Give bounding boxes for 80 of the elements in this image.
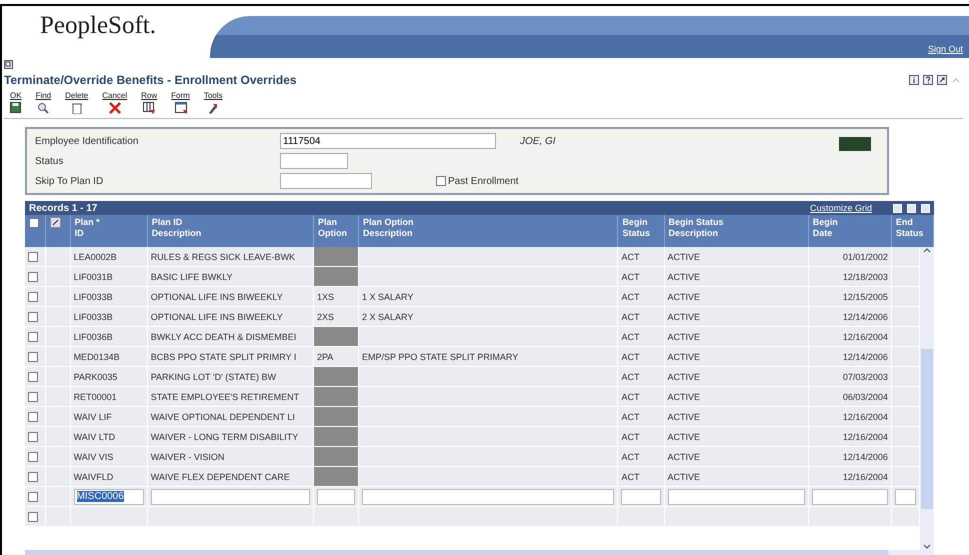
window-icon xyxy=(174,102,186,114)
grid-rows-icon xyxy=(143,102,156,114)
grid-row[interactable]: LEA0002B RULES & REGS SICK LEAVE-BWK ACT ACTIVE 01/01/2002 xyxy=(25,247,920,266)
save-icon xyxy=(10,102,22,113)
column-header[interactable]: Begin Status Description xyxy=(664,215,808,247)
vertical-scrollbar[interactable] xyxy=(920,247,934,550)
toolbar-button[interactable]: OK xyxy=(10,91,22,114)
toolbar-button[interactable]: Tools xyxy=(204,91,223,114)
field-label: Skip To Plan ID xyxy=(35,176,104,186)
select-all-checkbox[interactable] xyxy=(29,218,39,228)
field-label: Status xyxy=(35,156,64,166)
skip-to-plan-field[interactable] xyxy=(280,173,372,189)
row-checkbox[interactable] xyxy=(28,372,38,382)
grid-row[interactable]: WAIV VIS WAIVER - VISION ACT ACTIVE 12/14/2006 xyxy=(25,446,920,466)
row-checkbox[interactable] xyxy=(28,392,38,402)
cell-input[interactable] xyxy=(362,488,614,504)
row-checkbox[interactable] xyxy=(28,452,38,462)
form-title: Terminate/Override Benefits - Enrollment Overrides xyxy=(4,73,297,87)
past-enrollment-checkbox[interactable]: Past Enrollment xyxy=(436,176,519,186)
employee-name: JOE, GI xyxy=(520,136,556,146)
toolbar-button[interactable]: Delete xyxy=(65,91,88,114)
cell-input[interactable] xyxy=(812,488,888,504)
logo: PeopleSoft. xyxy=(39,11,157,40)
column-header[interactable]: End Status xyxy=(891,215,934,247)
cell-input[interactable] xyxy=(621,488,660,504)
employee-id-field[interactable]: 1117504 xyxy=(280,133,496,149)
cell-input[interactable] xyxy=(668,488,805,504)
column-header[interactable]: Begin Status xyxy=(618,215,664,247)
grid-row[interactable]: WAIV LTD WAIVER - LONG TERM DISABILITY ACT ACTIVE 12/16/2004 xyxy=(25,426,920,446)
grid-row[interactable]: MED0134B BCBS PPO STATE SPLIT PRIMRY I 2PA EMP/SP PPO STATE SPLIT PRIMARY ACT ACTIVE 12/14/2006 xyxy=(25,346,920,366)
grid-row[interactable]: WAIV LIF WAIVE OPTIONAL DEPENDENT LI ACT ACTIVE 12/16/2004 xyxy=(25,406,920,426)
cell-input[interactable] xyxy=(894,488,916,504)
grid-row[interactable]: MISC0006 xyxy=(25,486,920,506)
sign-out-link[interactable]: Sign Out xyxy=(928,44,963,54)
toolbar-button[interactable]: Find xyxy=(36,91,52,114)
row-checkbox[interactable] xyxy=(28,472,38,482)
export-icon[interactable] xyxy=(937,75,947,85)
row-checkbox[interactable] xyxy=(28,432,38,442)
column-header[interactable]: Plan ID Description xyxy=(147,215,314,247)
toolbar-button[interactable]: Row xyxy=(141,91,158,114)
grid-row[interactable]: LIF0033B OPTIONAL LIFE INS BIWEEKLY 2XS 2 X SALARY ACT ACTIVE 12/14/2006 xyxy=(25,306,920,326)
cell-input[interactable] xyxy=(150,488,310,504)
row-checkbox[interactable] xyxy=(28,332,38,342)
row-checkbox[interactable] xyxy=(28,492,38,502)
toolbar-button[interactable]: Cancel xyxy=(102,91,128,114)
row-checkbox[interactable] xyxy=(28,512,38,522)
cell-input[interactable] xyxy=(316,488,356,504)
customize-grid-link[interactable]: Customize Grid xyxy=(810,203,872,213)
info-icon[interactable] xyxy=(909,75,919,85)
row-checkbox[interactable] xyxy=(28,272,38,282)
scroll-up-icon[interactable] xyxy=(923,247,931,253)
close-icon xyxy=(108,102,121,114)
status-indicator xyxy=(839,137,871,151)
scroll-down-icon[interactable] xyxy=(923,544,931,550)
row-checkbox[interactable] xyxy=(28,252,38,262)
attachment-icon[interactable] xyxy=(50,217,61,228)
help-icon[interactable] xyxy=(923,75,933,85)
search-icon xyxy=(37,102,50,114)
grid-row[interactable]: LIF0036B BWKLY ACC DEATH & DISMEMBEI ACT ACTIVE 12/16/2004 xyxy=(25,326,920,346)
row-checkbox[interactable] xyxy=(28,412,38,422)
grid-row[interactable]: WAIVFLD WAIVE FLEX DEPENDENT CARE ACT ACTIVE 12/16/2004 xyxy=(25,466,920,486)
row-checkbox[interactable] xyxy=(28,312,38,322)
window-icon[interactable] xyxy=(4,60,13,69)
plan-id-input[interactable]: MISC0006 xyxy=(74,488,144,504)
grid-row[interactable]: LIF0031B BASIC LIFE BWKLY ACT ACTIVE 12/18/2003 xyxy=(25,266,920,286)
tools-icon xyxy=(207,102,220,114)
column-header[interactable]: Begin Date xyxy=(808,215,892,247)
grid-row[interactable]: PARK0035 PARKING LOT 'D' (STATE) BW ACT ACTIVE 07/03/2003 xyxy=(25,366,920,386)
toolbar-button[interactable]: Form xyxy=(171,91,190,114)
grid-title: Records 1 - 17 xyxy=(29,202,98,214)
row-checkbox[interactable] xyxy=(28,352,38,362)
field-label: Employee Identification xyxy=(35,136,140,146)
grid-row[interactable]: LIF0033B OPTIONAL LIFE INS BIWEEKLY 1XS 1 X SALARY ACT ACTIVE 12/15/2005 xyxy=(25,286,920,306)
trash-icon xyxy=(72,102,82,114)
status-field[interactable] xyxy=(280,153,348,169)
grid-row[interactable]: RET00001 STATE EMPLOYEE'S RETIREMENT ACT ACTIVE 06/03/2004 xyxy=(25,386,920,406)
row-checkbox[interactable] xyxy=(28,292,38,302)
column-header[interactable]: Plan * ID xyxy=(70,215,148,247)
column-header[interactable]: Plan Option xyxy=(313,215,359,247)
column-header[interactable]: Plan Option Description xyxy=(358,215,618,247)
